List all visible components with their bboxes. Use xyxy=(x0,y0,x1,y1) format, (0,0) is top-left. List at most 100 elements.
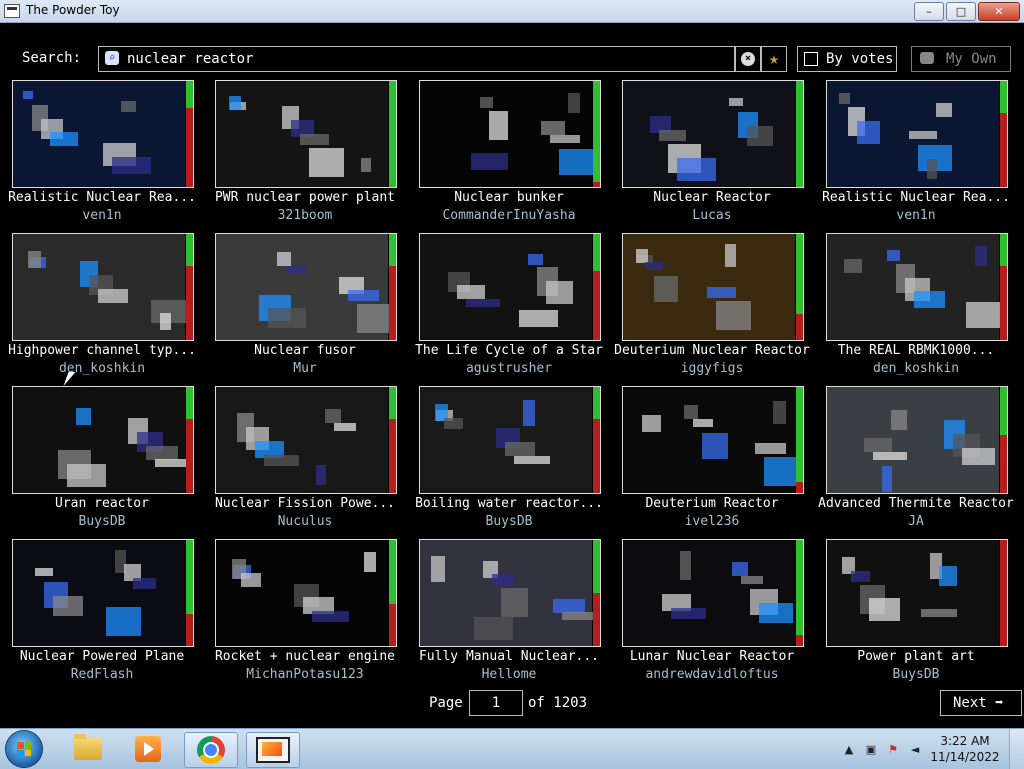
save-author[interactable]: iggyfigs xyxy=(610,361,814,376)
save-card[interactable]: Lunar Nuclear Reactor andrewdavidloftus xyxy=(610,539,810,689)
save-author[interactable]: RedFlash xyxy=(0,667,204,682)
save-thumbnail[interactable] xyxy=(826,386,1008,494)
save-thumbnail[interactable] xyxy=(215,386,397,494)
save-author[interactable]: BuysDB xyxy=(0,514,204,529)
save-thumbnail[interactable] xyxy=(419,386,601,494)
save-thumbnail[interactable] xyxy=(622,539,804,647)
save-title[interactable]: Power plant art xyxy=(814,649,1018,664)
save-card[interactable]: Nuclear Fission Powe... Nuculus xyxy=(203,386,403,536)
save-author[interactable]: Nuculus xyxy=(203,514,407,529)
save-card[interactable]: Advanced Thermite Reactor JA xyxy=(814,386,1014,536)
save-thumbnail[interactable] xyxy=(215,233,397,341)
save-card[interactable]: Nuclear Reactor Lucas xyxy=(610,80,810,230)
save-author[interactable]: ivel236 xyxy=(610,514,814,529)
save-card[interactable]: Nuclear Powered Plane RedFlash xyxy=(0,539,200,689)
show-desktop-button[interactable] xyxy=(1009,729,1024,769)
save-card[interactable]: Nuclear fusor Mur xyxy=(203,233,403,383)
save-author[interactable]: den_koshkin xyxy=(814,361,1018,376)
save-thumbnail[interactable] xyxy=(12,539,194,647)
save-author[interactable]: ven1n xyxy=(0,208,204,223)
sort-by-votes-button[interactable]: By votes xyxy=(797,46,897,72)
favorites-button[interactable]: ★ xyxy=(761,46,787,72)
save-title[interactable]: The REAL RBMK1000... xyxy=(814,343,1018,358)
save-thumbnail[interactable] xyxy=(215,539,397,647)
save-title[interactable]: Advanced Thermite Reactor xyxy=(814,496,1018,511)
next-page-button[interactable]: Next ➡ xyxy=(940,690,1022,716)
save-title[interactable]: Uran reactor xyxy=(0,496,204,511)
save-author[interactable]: Hellome xyxy=(407,667,611,682)
save-thumbnail[interactable] xyxy=(12,386,194,494)
save-title[interactable]: Nuclear fusor xyxy=(203,343,407,358)
save-title[interactable]: Nuclear Reactor xyxy=(610,190,814,205)
save-card[interactable]: PWR nuclear power plant 321boom xyxy=(203,80,403,230)
save-title[interactable]: Deuterium Nuclear Reactor xyxy=(610,343,814,358)
page-number-input[interactable] xyxy=(469,690,523,716)
save-thumbnail[interactable] xyxy=(12,80,194,188)
taskbar-chrome[interactable] xyxy=(184,732,238,768)
save-card[interactable]: The Life Cycle of a Star agustrusher xyxy=(407,233,607,383)
save-title[interactable]: Nuclear Fission Powe... xyxy=(203,496,407,511)
close-button[interactable]: ✕ xyxy=(978,2,1020,21)
save-title[interactable]: Highpower channel typ... xyxy=(0,343,204,358)
save-card[interactable]: Boiling water reactor... BuysDB xyxy=(407,386,607,536)
save-title[interactable]: Rocket + nuclear engine xyxy=(203,649,407,664)
save-card[interactable]: Uran reactor BuysDB xyxy=(0,386,200,536)
clock[interactable]: 3:22 AM 11/14/2022 xyxy=(930,733,1000,765)
taskbar-powder-toy[interactable] xyxy=(246,732,300,768)
save-thumbnail[interactable] xyxy=(419,539,601,647)
save-author[interactable]: BuysDB xyxy=(407,514,611,529)
save-author[interactable]: ven1n xyxy=(814,208,1018,223)
save-card[interactable]: The REAL RBMK1000... den_koshkin xyxy=(814,233,1014,383)
save-author[interactable]: CommanderInuYasha xyxy=(407,208,611,223)
taskbar-media-player[interactable] xyxy=(122,732,174,766)
save-title[interactable]: Nuclear bunker xyxy=(407,190,611,205)
save-author[interactable]: andrewdavidloftus xyxy=(610,667,814,682)
save-card[interactable]: Power plant art BuysDB xyxy=(814,539,1014,689)
save-title[interactable]: Realistic Nuclear Rea... xyxy=(0,190,204,205)
save-title[interactable]: Lunar Nuclear Reactor xyxy=(610,649,814,664)
maximize-button[interactable]: □ xyxy=(946,2,976,21)
save-title[interactable]: PWR nuclear power plant xyxy=(203,190,407,205)
show-hidden-icons-icon[interactable]: ▲ xyxy=(842,742,856,756)
save-card[interactable]: Highpower channel typ... den_koshkin xyxy=(0,233,200,383)
save-title[interactable]: Realistic Nuclear Rea... xyxy=(814,190,1018,205)
save-title[interactable]: Fully Manual Nuclear... xyxy=(407,649,611,664)
search-box[interactable]: ⌕ xyxy=(98,46,735,72)
volume-icon[interactable]: ◄ xyxy=(908,742,922,756)
save-title[interactable]: Nuclear Powered Plane xyxy=(0,649,204,664)
save-thumbnail[interactable] xyxy=(215,80,397,188)
save-title[interactable]: The Life Cycle of a Star xyxy=(407,343,611,358)
action-center-flag-icon[interactable]: ⚑ xyxy=(886,742,900,756)
taskbar-file-explorer[interactable] xyxy=(62,732,114,766)
save-thumbnail[interactable] xyxy=(826,233,1008,341)
clear-search-button[interactable]: × xyxy=(735,46,761,72)
save-card[interactable]: Realistic Nuclear Rea... ven1n xyxy=(0,80,200,230)
save-author[interactable]: BuysDB xyxy=(814,667,1018,682)
save-thumbnail[interactable] xyxy=(419,233,601,341)
save-card[interactable]: Deuterium Reactor ivel236 xyxy=(610,386,810,536)
save-thumbnail[interactable] xyxy=(12,233,194,341)
save-thumbnail[interactable] xyxy=(826,539,1008,647)
save-thumbnail[interactable] xyxy=(622,233,804,341)
save-author[interactable]: den_koshkin xyxy=(0,361,204,376)
save-title[interactable]: Boiling water reactor... xyxy=(407,496,611,511)
save-thumbnail[interactable] xyxy=(622,386,804,494)
save-card[interactable]: Deuterium Nuclear Reactor iggyfigs xyxy=(610,233,810,383)
save-card[interactable]: Fully Manual Nuclear... Hellome xyxy=(407,539,607,689)
minimize-button[interactable]: – xyxy=(914,2,944,21)
save-thumbnail[interactable] xyxy=(826,80,1008,188)
network-icon[interactable]: ▣ xyxy=(864,742,878,756)
start-button[interactable] xyxy=(6,731,42,767)
save-thumbnail[interactable] xyxy=(622,80,804,188)
save-thumbnail[interactable] xyxy=(419,80,601,188)
save-title[interactable]: Deuterium Reactor xyxy=(610,496,814,511)
save-card[interactable]: Rocket + nuclear engine MichanPotasu123 xyxy=(203,539,403,689)
save-card[interactable]: Realistic Nuclear Rea... ven1n xyxy=(814,80,1014,230)
save-author[interactable]: MichanPotasu123 xyxy=(203,667,407,682)
search-input[interactable] xyxy=(127,50,727,68)
my-own-button[interactable]: My Own xyxy=(911,46,1011,72)
save-card[interactable]: Nuclear bunker CommanderInuYasha xyxy=(407,80,607,230)
save-author[interactable]: 321boom xyxy=(203,208,407,223)
save-author[interactable]: JA xyxy=(814,514,1018,529)
save-author[interactable]: Lucas xyxy=(610,208,814,223)
